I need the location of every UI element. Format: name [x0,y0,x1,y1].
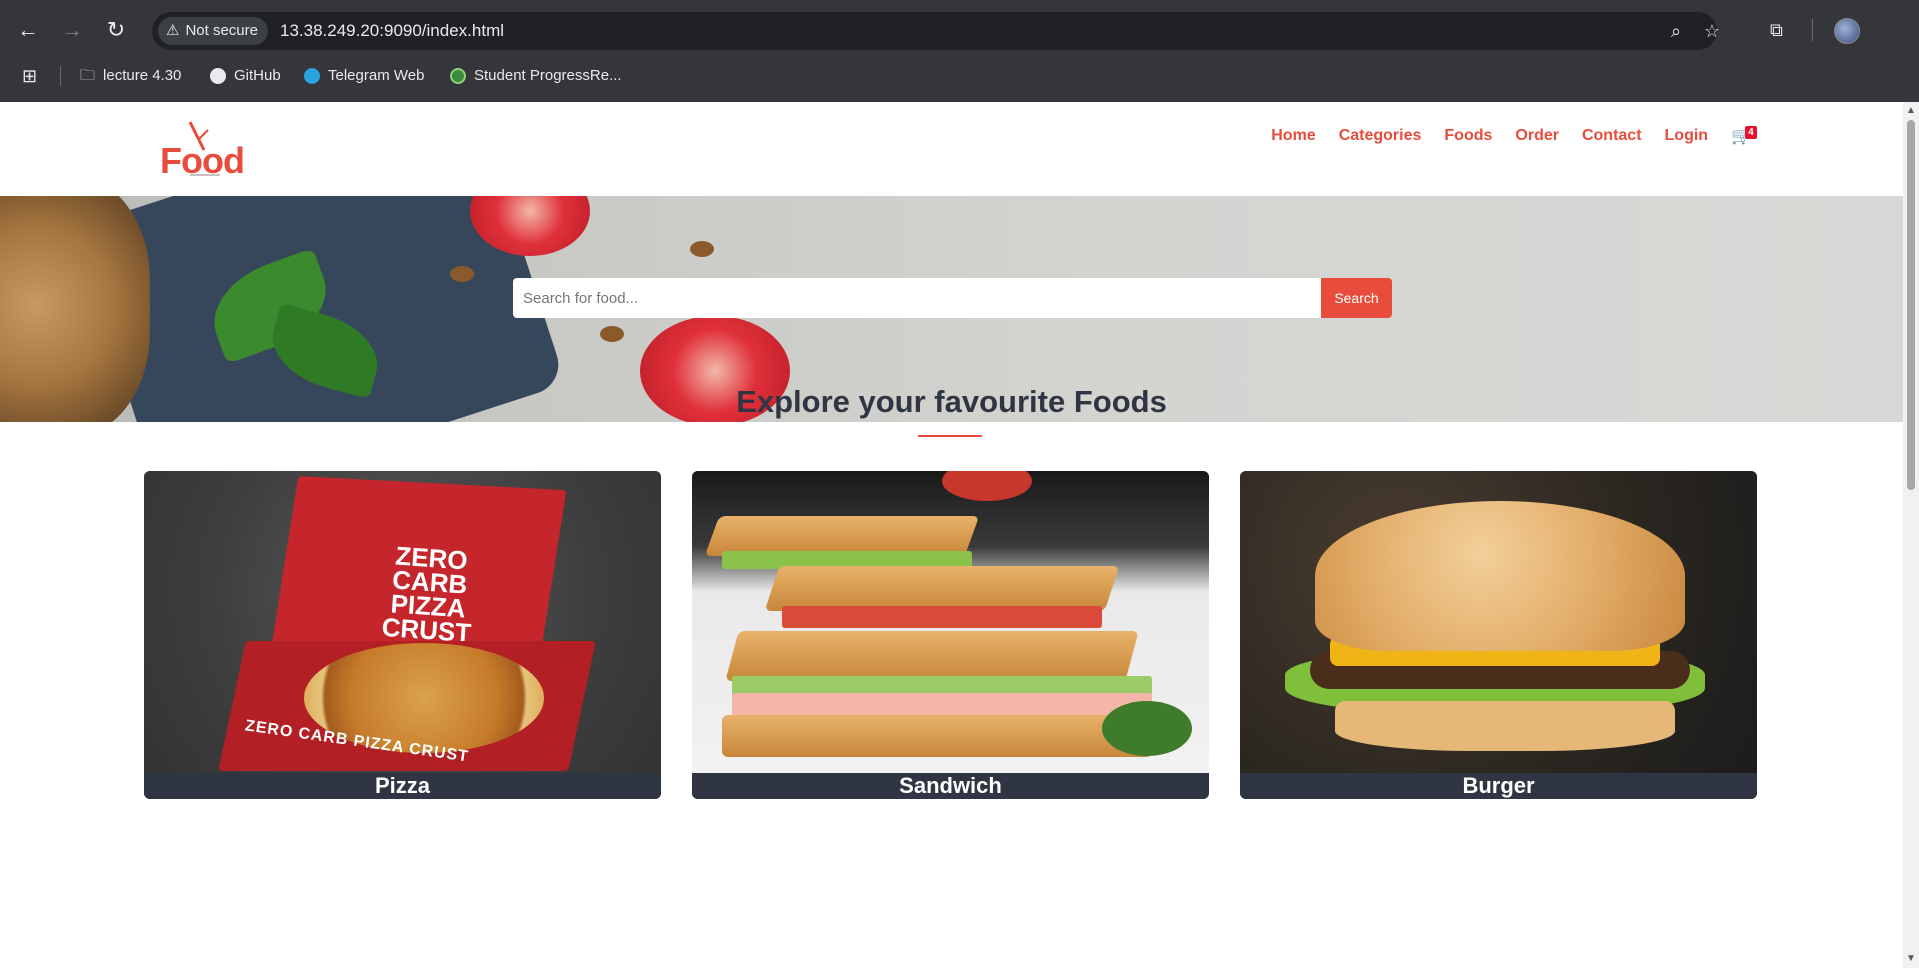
site-header: Food Home Categories Foods Order Contact… [0,102,1903,196]
security-chip[interactable]: ⚠ Not secure [158,17,268,45]
category-card-pizza[interactable]: ZERO CARB PIZZA CRUST ZERO CARB PIZZA CR… [144,471,661,799]
burger-image [1240,471,1757,773]
category-card-sandwich[interactable]: Sandwich [692,471,1209,799]
warning-triangle-icon: ⚠ [166,22,180,39]
search-button[interactable]: Search [1321,278,1392,318]
page-viewport: Food Home Categories Foods Order Contact… [0,102,1903,968]
address-bar[interactable]: ⚠ Not secure 13.38.249.20:9090/index.htm… [152,12,1720,50]
menu-home[interactable]: Home [1271,127,1315,145]
scroll-up-arrow-icon[interactable]: ▲ [1906,106,1916,116]
category-label: Pizza [144,773,661,799]
scrollbar-thumb[interactable] [1907,120,1915,490]
category-label: Sandwich [692,773,1209,799]
menu-contact[interactable]: Contact [1582,127,1642,145]
bookmark-item[interactable]: GitHub [210,60,281,92]
extensions-icon[interactable]: ⧉ [1770,18,1783,42]
sandwich-image [692,471,1209,773]
hero-nut [450,266,474,282]
scroll-down-arrow-icon[interactable]: ▼ [1906,954,1916,964]
category-label: Burger [1240,773,1757,799]
browser-toolbar: ← → ↻ ⚠ Not secure 13.38.249.20:9090/ind… [0,10,1919,50]
menu-order[interactable]: Order [1515,127,1559,145]
logo-text: Food [160,140,245,181]
menu-categories[interactable]: Categories [1339,127,1422,145]
pizza-image: ZERO CARB PIZZA CRUST ZERO CARB PIZZA CR… [144,471,661,773]
title-underline [918,435,982,437]
category-card-burger[interactable]: Burger [1240,471,1757,799]
cart-button[interactable]: 🛒 4 [1731,126,1757,146]
bookmark-item[interactable]: Student ProgressRe... [450,60,622,92]
search-input[interactable] [513,278,1321,318]
hero-nut [600,326,624,342]
bookmarks-bar: ⊞ 🗀 lecture 4.30 GitHub Telegram Web Stu… [0,60,1919,92]
profile-avatar[interactable] [1834,18,1860,44]
site-favicon-icon [450,68,466,84]
bookmark-item[interactable]: Telegram Web [304,60,424,92]
bookmark-item[interactable]: 🗀 lecture 4.30 [80,60,181,92]
bookmarks-divider [60,66,61,86]
browser-chrome: ← → ↻ ⚠ Not secure 13.38.249.20:9090/ind… [0,0,1919,102]
search-form: Search [513,278,1392,318]
url-text[interactable]: 13.38.249.20:9090/index.html [280,12,504,50]
site-logo[interactable]: Food [160,120,250,181]
forward-arrow-icon[interactable]: → [58,16,86,44]
apps-grid-icon[interactable]: ⊞ [22,60,37,92]
hero-nut [690,241,714,257]
telegram-icon [304,68,320,84]
back-arrow-icon[interactable]: ← [14,16,42,44]
folder-icon: 🗀 [80,67,96,84]
toolbar-divider [1812,19,1813,41]
cart-count-badge: 4 [1745,126,1757,139]
menu-foods[interactable]: Foods [1444,127,1492,145]
reload-icon[interactable]: ↻ [102,16,130,44]
github-icon [210,68,226,84]
bookmark-star-icon[interactable]: ☆ [1700,19,1724,43]
pizza-box-lid-text: ZERO CARB PIZZA CRUST [380,540,473,648]
zoom-icon[interactable]: ⌕ [1664,19,1688,43]
page-scrollbar[interactable]: ▲ ▼ [1903,102,1919,968]
security-label: Not secure [185,22,258,39]
main-menu: Home Categories Foods Order Contact Logi… [1271,126,1757,146]
menu-login[interactable]: Login [1665,127,1709,145]
section-title: Explore your favourite Foods [736,384,1167,419]
